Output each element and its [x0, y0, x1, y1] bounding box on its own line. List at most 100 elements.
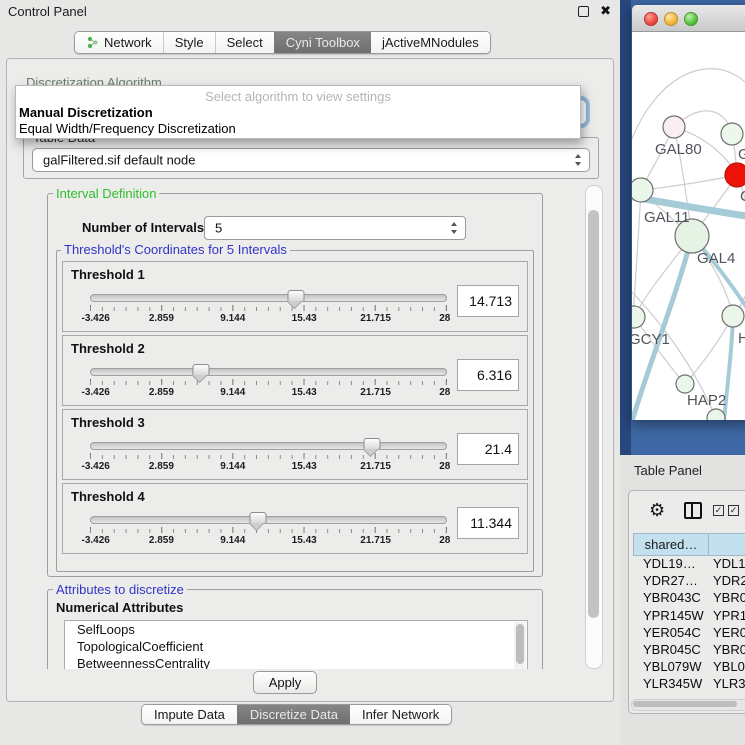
scrollbar-thumb[interactable]	[516, 624, 524, 664]
table-row[interactable]: YLR345WYLR3	[633, 676, 745, 693]
table-cell[interactable]: YPR145W	[633, 608, 709, 625]
tab-cyni-toolbox[interactable]: Cyni Toolbox	[274, 32, 371, 53]
table-data-combobox[interactable]: galFiltered.sif default node	[32, 148, 590, 172]
network-node[interactable]	[663, 116, 685, 138]
slider-thumb[interactable]	[364, 438, 381, 449]
slider-track[interactable]	[90, 368, 447, 376]
float-window-icon[interactable]	[578, 6, 589, 17]
apply-button[interactable]: Apply	[253, 671, 317, 694]
slider-thumb[interactable]	[288, 290, 305, 301]
table-cell[interactable]: YIL0	[709, 694, 745, 697]
slider-scale-label: 15.43	[292, 313, 317, 324]
minimize-traffic-light-icon[interactable]	[664, 12, 678, 26]
attribute-item[interactable]: BetweennessCentrality	[65, 655, 527, 669]
network-node-label: C	[740, 188, 745, 205]
table-cell[interactable]: YLR3	[709, 676, 745, 693]
tab-network[interactable]: Network	[75, 32, 163, 53]
tab-style[interactable]: Style	[163, 32, 215, 53]
table-cell[interactable]: YDL19…	[633, 556, 709, 573]
table-row[interactable]: YPR145WYPR1	[633, 608, 745, 625]
table-cell[interactable]: YER0	[709, 625, 745, 642]
threshold-value-field[interactable]: 11.344	[457, 507, 519, 539]
network-node[interactable]	[725, 163, 745, 187]
attributes-group: Attributes to discretize Numerical Attri…	[47, 589, 543, 669]
slider-scale-label: 21.715	[360, 387, 391, 398]
slider-thumb[interactable]	[249, 512, 266, 523]
tab-label: jActiveMNodules	[382, 35, 479, 50]
tab-select[interactable]: Select	[215, 32, 274, 53]
threshold-slider[interactable]: -3.4262.8599.14415.4321.71528	[90, 437, 447, 473]
threshold-value-field[interactable]: 21.4	[457, 433, 519, 465]
scrollbar-thumb[interactable]	[588, 210, 599, 618]
threshold-slider[interactable]: -3.4262.8599.14415.4321.71528	[90, 363, 447, 399]
threshold-value-field[interactable]: 6.316	[457, 359, 519, 391]
network-node[interactable]	[721, 123, 743, 145]
table-cell[interactable]: YBR0	[709, 590, 745, 607]
attribute-item[interactable]: SelfLoops	[65, 621, 527, 638]
table-cell[interactable]: YDR27…	[633, 573, 709, 590]
slider-track[interactable]	[90, 442, 447, 450]
vertical-scrollbar[interactable]	[585, 185, 603, 669]
network-node[interactable]	[722, 305, 744, 327]
threshold-label: Threshold 4	[71, 489, 145, 504]
checkbox-icon[interactable]: ✓	[728, 505, 739, 516]
table-cell[interactable]: YIL052C	[633, 694, 709, 697]
column-header[interactable]: na	[709, 533, 745, 556]
slider-thumb[interactable]	[192, 364, 209, 375]
table-row[interactable]: YER054CYER0	[633, 625, 745, 642]
threshold-slider[interactable]: -3.4262.8599.14415.4321.71528	[90, 511, 447, 547]
table-cell[interactable]: YLR345W	[633, 676, 709, 693]
table-cell[interactable]: YBR045C	[633, 642, 709, 659]
number-of-intervals-combobox[interactable]: 5	[204, 216, 466, 240]
column-header[interactable]: shared…	[633, 533, 709, 556]
gear-icon[interactable]: ⚙	[649, 499, 665, 521]
table-cell[interactable]: YBL079W	[633, 659, 709, 676]
table-cell[interactable]: YER054C	[633, 625, 709, 642]
table-row[interactable]: YBR043CYBR0	[633, 590, 745, 607]
attributes-list-scrollbar[interactable]	[514, 622, 526, 669]
table-cell[interactable]: YDL1	[709, 556, 745, 573]
dropdown-option-equal-width[interactable]: Equal Width/Frequency Discretization	[19, 121, 236, 136]
table-row[interactable]: YIL052CYIL0	[633, 694, 745, 697]
network-tree-icon	[86, 36, 99, 49]
right-region: GAL80GCGAL11GAL4GCY1HHAP2 Table Panel ⚙ …	[620, 0, 745, 745]
interval-definition-title: Interval Definition	[53, 187, 159, 200]
table-cell[interactable]: YBR0	[709, 642, 745, 659]
close-icon[interactable]: ✖	[600, 3, 611, 19]
table-cell[interactable]: YPR1	[709, 608, 745, 625]
table-row[interactable]: YDL19…YDL1	[633, 556, 745, 573]
network-node[interactable]	[632, 306, 645, 328]
close-traffic-light-icon[interactable]	[644, 12, 658, 26]
split-pane-icon[interactable]	[684, 502, 702, 519]
threshold-value-field[interactable]: 14.713	[457, 285, 519, 317]
network-node[interactable]	[707, 409, 725, 420]
tab-label: Impute Data	[154, 707, 225, 722]
slider-track[interactable]	[90, 516, 447, 524]
tab-discretize-data[interactable]: Discretize Data	[237, 705, 350, 724]
tab-impute-data[interactable]: Impute Data	[142, 705, 237, 724]
network-view-window[interactable]: GAL80GCGAL11GAL4GCY1HHAP2	[632, 5, 745, 420]
network-node[interactable]	[676, 375, 694, 393]
tab-label: Discretize Data	[250, 707, 338, 722]
network-canvas[interactable]: GAL80GCGAL11GAL4GCY1HHAP2	[632, 32, 745, 420]
threshold-slider[interactable]: -3.4262.8599.14415.4321.71528	[90, 289, 447, 325]
tab-jactivemnodules[interactable]: jActiveMNodules	[371, 32, 490, 53]
tab-infer-network[interactable]: Infer Network	[350, 705, 451, 724]
scrollbar-thumb[interactable]	[633, 701, 737, 707]
checkbox-icon[interactable]: ✓	[713, 505, 724, 516]
table-row[interactable]: YDR27…YDR2	[633, 573, 745, 590]
network-node[interactable]	[632, 178, 653, 202]
horizontal-scrollbar[interactable]	[631, 699, 745, 711]
table-row[interactable]: YBL079WYBL0	[633, 659, 745, 676]
attributes-list[interactable]: SelfLoopsTopologicalCoefficientBetweenne…	[64, 620, 528, 669]
network-window-titlebar[interactable]	[632, 5, 745, 32]
table-cell[interactable]: YBL0	[709, 659, 745, 676]
table-row[interactable]: YBR045CYBR0	[633, 642, 745, 659]
table-cell[interactable]: YBR043C	[633, 590, 709, 607]
table-data-group: Table Data galFiltered.sif default node	[23, 137, 599, 179]
attribute-item[interactable]: TopologicalCoefficient	[65, 638, 527, 655]
zoom-traffic-light-icon[interactable]	[684, 12, 698, 26]
dropdown-option-manual[interactable]: Manual Discretization	[19, 105, 153, 120]
slider-track[interactable]	[90, 294, 447, 302]
table-cell[interactable]: YDR2	[709, 573, 745, 590]
